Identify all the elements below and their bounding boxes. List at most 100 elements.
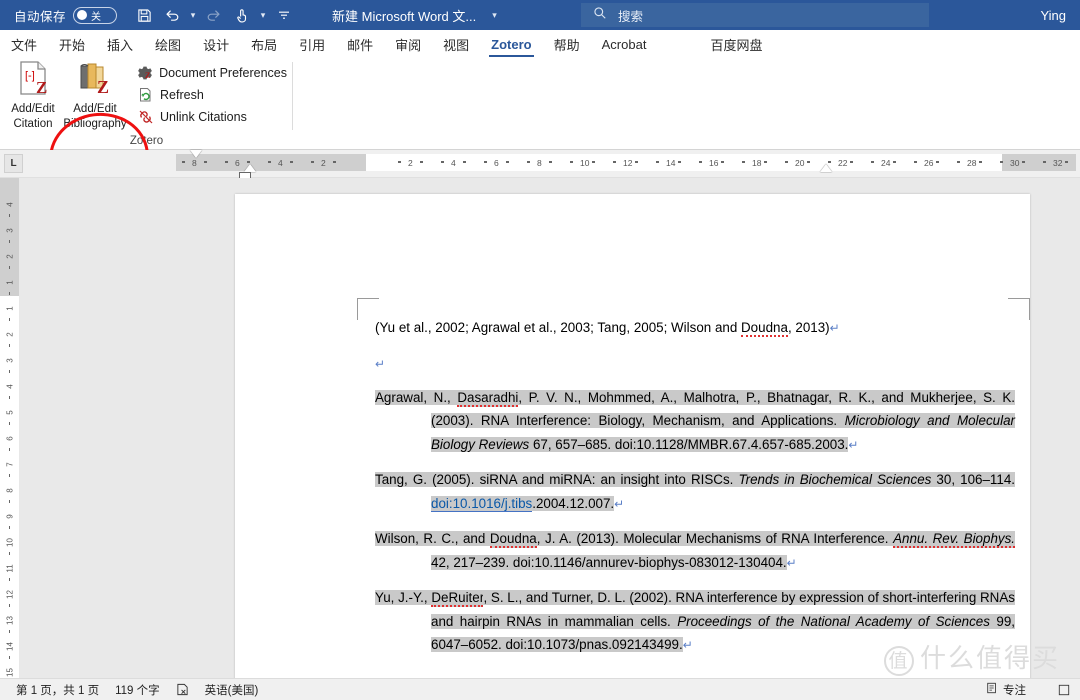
view-mode-icon[interactable] (1058, 684, 1070, 696)
reference-text: Tang, G. (2005). siRNA and miRNA: an ins… (375, 472, 739, 487)
ruler-tick: 28 (967, 157, 977, 168)
zotero-small-commands: Z Document Preferences Refresh Unlink Citat… (137, 62, 287, 128)
document-workspace: (Yu et al., 2002; Agrawal et al., 2003; … (20, 178, 1080, 678)
ribbon-tab-Zotero[interactable]: Zotero (480, 30, 542, 58)
ruler-dash (527, 161, 530, 163)
add-edit-citation-button[interactable]: [-] Z Add/Edit Citation (2, 60, 64, 131)
ruler-dash (1022, 161, 1025, 163)
document-title-caret-icon[interactable]: ▾ (492, 10, 497, 21)
horizontal-ruler-row: L 8 6 4 2 2 4 6 8 10 12 14 16 18 20 22 24 26 28 30 32 (0, 150, 1080, 179)
undo-icon[interactable] (159, 3, 185, 27)
document-preferences-button[interactable]: Z Document Preferences (137, 62, 287, 84)
focus-mode-button[interactable]: 专注 (986, 682, 1026, 698)
vertical-ruler-tick: 7 (5, 462, 15, 467)
ribbon-tab-帮助[interactable]: 帮助 (543, 30, 591, 58)
ruler-dash (570, 161, 573, 163)
citation-paragraph[interactable]: (Yu et al., 2002; Agrawal et al., 2003; … (375, 316, 1015, 341)
add-edit-citation-label-line2: Citation (13, 118, 53, 130)
ribbon-group-zotero: [-] Z Add/Edit Citation Z Add/Edit Bibli… (0, 58, 293, 150)
svg-text:Z: Z (145, 71, 150, 80)
ribbon-tab-引用[interactable]: 引用 (288, 30, 336, 58)
customize-quick-access-toolbar-icon[interactable] (271, 3, 297, 27)
undo-dropdown-caret[interactable]: ▾ (187, 3, 199, 27)
account-name[interactable]: Ying (1040, 0, 1066, 30)
refresh-button[interactable]: Refresh (137, 84, 287, 106)
bibliography-entry[interactable]: Wilson, R. C., and Doudna, J. A. (2013).… (375, 527, 1016, 575)
word-count[interactable]: 119 个字 (115, 682, 160, 698)
touch-mode-dropdown-caret[interactable]: ▾ (257, 3, 269, 27)
vertical-ruler-dash (8, 240, 10, 243)
ribbon-tab-插入[interactable]: 插入 (96, 30, 144, 58)
vertical-ruler-tick: 3 (5, 228, 15, 233)
ribbon-tab-Acrobat[interactable]: Acrobat (591, 30, 658, 58)
horizontal-ruler[interactable]: 8 6 4 2 2 4 6 8 10 12 14 16 18 20 22 24 26 28 30 32 (176, 154, 1076, 171)
ruler-dash (979, 161, 982, 163)
vertical-ruler[interactable]: 4 3 2 1 1 2 3 4 5 6 7 8 9 10 11 12 13 14 15 (0, 178, 20, 678)
language-indicator[interactable]: 英语(美国) (205, 682, 259, 698)
vertical-ruler-dash (8, 526, 10, 529)
vertical-ruler-tick: 10 (5, 538, 15, 547)
ribbon-tab-开始[interactable]: 开始 (48, 30, 96, 58)
ribbon-tab-绘图[interactable]: 绘图 (144, 30, 192, 58)
ruler-dash (914, 161, 917, 163)
ruler-dash (1000, 161, 1003, 163)
ruler-tick: 18 (752, 157, 762, 168)
focus-mode-label: 专注 (1003, 684, 1026, 697)
vertical-ruler-tick: 15 (5, 668, 15, 677)
bibliography-entry[interactable]: Agrawal, N., Dasaradhi, P. V. N., Mohmme… (375, 386, 1015, 458)
page-indicator[interactable]: 第 1 页，共 1 页 (16, 682, 99, 698)
document-title-area[interactable]: 新建 Microsoft Word 文... ▾ (332, 0, 497, 30)
save-icon[interactable] (131, 3, 157, 27)
ruler-dash (290, 161, 293, 163)
autosave-control[interactable]: 自动保存 关 (14, 6, 118, 25)
paragraph-mark: ↵ (614, 496, 625, 511)
bibliography-entry[interactable]: Yu, J.-Y., DeRuiter, S. L., and Turner, … (375, 586, 1015, 658)
ruler-dash (699, 161, 702, 163)
bibliography-entry[interactable]: Tang, G. (2005). siRNA and miRNA: an ins… (375, 468, 1015, 516)
document-preferences-icon: Z (137, 65, 153, 82)
empty-paragraph[interactable]: ↵ (375, 352, 1015, 375)
ruler-dash (441, 161, 444, 163)
reference-text: Trends in Biochemical Sciences (738, 472, 932, 487)
ruler-dash (936, 161, 939, 163)
ruler-dash (1065, 161, 1068, 163)
status-bar: 第 1 页，共 1 页 119 个字 英语(美国) 专注 (0, 678, 1080, 700)
ribbon-tab-百度网盘[interactable]: 百度网盘 (699, 30, 773, 58)
proofing-errors-icon[interactable] (176, 683, 189, 696)
document-text-body[interactable]: (Yu et al., 2002; Agrawal et al., 2003; … (375, 316, 1016, 669)
touch-mode-icon[interactable] (229, 3, 255, 27)
reference-text: , J. A. (2013). Molecular Mechanisms of … (536, 531, 894, 546)
vertical-ruler-dash (8, 448, 10, 451)
doi-hyperlink[interactable]: doi:10.1016/j.tibs (431, 495, 533, 512)
right-indent-marker[interactable] (820, 164, 832, 172)
autosave-state-label: 关 (91, 11, 102, 23)
ruler-dash (549, 161, 552, 163)
ruler-dash (721, 161, 724, 163)
ribbon-tab-设计[interactable]: 设计 (192, 30, 240, 58)
bibliography-list: Agrawal, N., Dasaradhi, P. V. N., Mohmme… (375, 386, 1016, 658)
vertical-ruler-tick: 5 (5, 410, 15, 415)
command-label: Refresh (160, 88, 204, 102)
first-line-indent-marker[interactable] (190, 150, 202, 158)
paragraph-mark: ↵ (375, 356, 386, 371)
ruler-tick: 12 (623, 157, 633, 168)
ribbon-tab-布局[interactable]: 布局 (240, 30, 288, 58)
search-input[interactable]: 搜索 (581, 3, 929, 27)
ribbon-tab-文件[interactable]: 文件 (0, 30, 48, 58)
ribbon-tab-邮件[interactable]: 邮件 (336, 30, 384, 58)
autosave-toggle[interactable]: 关 (73, 6, 118, 24)
ruler-dash (828, 161, 831, 163)
ribbon-tab-视图[interactable]: 视图 (432, 30, 480, 58)
title-bar: 自动保存 关 ▾ ▾ 新建 Microsoft Word 文... ▾ 搜索 Y… (0, 0, 1080, 30)
tab-stop-selector[interactable]: L (4, 154, 23, 173)
vertical-ruler-dash (8, 266, 10, 269)
ribbon-tab-审阅[interactable]: 审阅 (384, 30, 432, 58)
unlink-citations-button[interactable]: Unlink Citations (137, 106, 287, 128)
vertical-ruler-dash (8, 344, 10, 347)
hanging-indent-marker[interactable] (244, 164, 256, 172)
add-edit-bibliography-icon: Z (77, 60, 113, 101)
ruler-dash (463, 161, 466, 163)
document-page[interactable]: (Yu et al., 2002; Agrawal et al., 2003; … (235, 194, 1030, 678)
ruler-dash (871, 161, 874, 163)
ribbon-tab-bar: 文件 开始 插入 绘图 设计 布局 引用 邮件 审阅 视图 Zotero 帮助 Acrobat 百度网盘 (0, 30, 1080, 58)
